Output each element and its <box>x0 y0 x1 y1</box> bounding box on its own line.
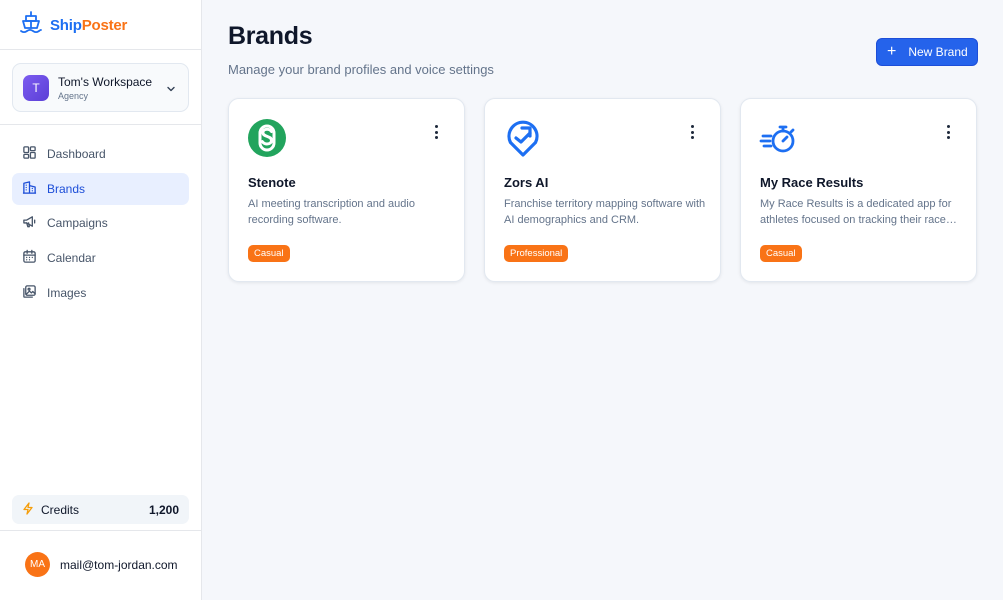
app-logo[interactable]: ShipPoster <box>19 10 127 41</box>
lightning-icon <box>22 501 34 518</box>
brand-description: My Race Results is a dedicated app for a… <box>760 198 952 226</box>
sidebar-item-label: Dashboard <box>47 147 106 161</box>
chevron-down-icon <box>165 82 177 100</box>
brand-card-zors-ai[interactable]: Zors AI Franchise territory mapping soft… <box>484 98 721 282</box>
stopwatch-logo-icon <box>759 118 799 158</box>
main-content: Brands Manage your brand profiles and vo… <box>202 0 1003 600</box>
sidebar-item-label: Brands <box>47 181 86 196</box>
sidebar-divider <box>0 530 201 531</box>
building-icon <box>22 180 37 198</box>
calendar-icon <box>22 249 37 267</box>
sidebar: ShipPoster T Tom's Workspace Agency Dash… <box>0 0 202 600</box>
megaphone-icon <box>22 214 37 232</box>
credits-label: Credits <box>41 502 80 517</box>
brand-description: Franchise territory mapping software wit… <box>504 198 706 226</box>
user-email: mail@tom-jordan.com <box>60 557 178 572</box>
sidebar-item-brands[interactable]: Brands <box>12 172 189 205</box>
avatar: MA <box>25 552 50 577</box>
user-menu[interactable]: MA mail@tom-jordan.com <box>25 552 178 577</box>
credits-panel[interactable]: Credits 1,200 <box>12 495 189 524</box>
more-options-icon[interactable] <box>686 125 698 139</box>
voice-tag-badge: Professional <box>504 245 569 262</box>
stenote-logo-icon <box>247 118 287 158</box>
zors-logo-icon <box>503 118 543 158</box>
brand-description: AI meeting transcription and audio recor… <box>248 198 415 226</box>
sidebar-item-campaigns[interactable]: Campaigns <box>12 207 189 239</box>
app-name: ShipPoster <box>50 17 127 34</box>
workspace-name: Tom's Workspace <box>58 74 153 89</box>
page-subtitle: Manage your brand profiles and voice set… <box>228 62 494 77</box>
new-brand-button[interactable]: + New Brand <box>876 38 978 66</box>
plus-icon: + <box>887 43 897 60</box>
new-brand-label: New Brand <box>908 45 968 59</box>
app-name-poster: Poster <box>81 16 128 34</box>
credits-value: 1,200 <box>148 502 179 517</box>
app-name-ship: Ship <box>50 16 82 34</box>
images-icon <box>22 284 37 302</box>
sidebar-divider <box>0 124 201 125</box>
sidebar-item-label: Images <box>47 285 87 300</box>
brand-name: Zors AI <box>504 175 549 190</box>
voice-tag-badge: Casual <box>760 245 802 262</box>
sidebar-nav: Dashboard Brands Campaigns Calendar Imag… <box>12 138 189 311</box>
more-options-icon[interactable] <box>942 125 954 139</box>
dashboard-icon <box>22 145 37 163</box>
sidebar-item-label: Calendar <box>47 251 96 266</box>
voice-tag-badge: Casual <box>248 245 290 262</box>
page-title: Brands <box>228 22 313 50</box>
sidebar-item-dashboard[interactable]: Dashboard <box>12 138 189 170</box>
brand-card-stenote[interactable]: Stenote AI meeting transcription and aud… <box>228 98 465 282</box>
sidebar-divider <box>0 49 201 50</box>
workspace-switcher[interactable]: T Tom's Workspace Agency <box>12 63 189 112</box>
sidebar-item-label: Campaigns <box>47 216 108 231</box>
sidebar-item-images[interactable]: Images <box>12 277 189 309</box>
sidebar-item-calendar[interactable]: Calendar <box>12 242 189 274</box>
workspace-avatar: T <box>23 74 49 101</box>
brand-name: My Race Results <box>760 175 864 190</box>
ship-logo-icon <box>19 10 43 41</box>
workspace-type: Agency <box>58 90 89 101</box>
brand-name: Stenote <box>248 175 296 190</box>
brand-card-my-race-results[interactable]: My Race Results My Race Results is a ded… <box>740 98 977 282</box>
more-options-icon[interactable] <box>430 125 442 139</box>
